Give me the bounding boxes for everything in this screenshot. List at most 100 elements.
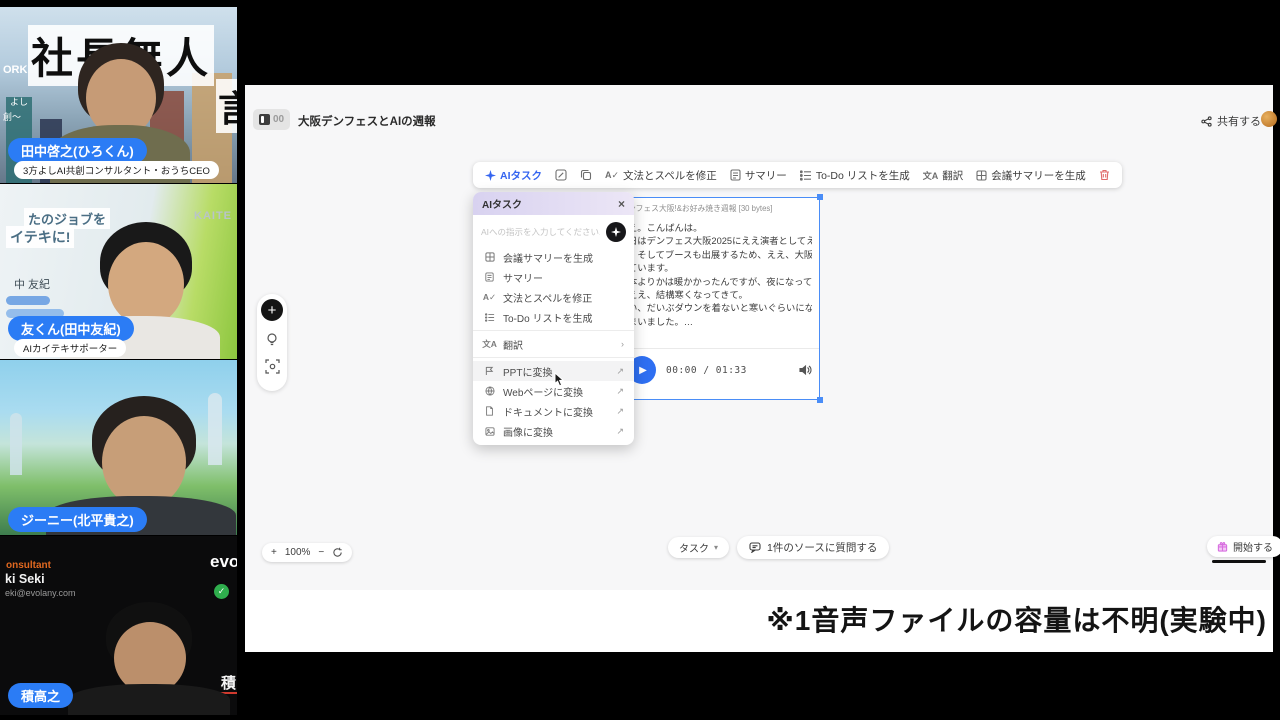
- audio-player: ▶ 00:00 / 01:33: [628, 356, 812, 384]
- menu-item-summary[interactable]: サマリー: [473, 267, 634, 287]
- task-dropdown[interactable]: タスク ▾: [668, 537, 729, 558]
- zoom-control: + 100% −: [262, 543, 352, 562]
- menu-item-convert-image[interactable]: 画像に変換 ↗: [473, 421, 634, 441]
- external-link-icon: ↗: [616, 406, 624, 417]
- badge-count: 00: [273, 114, 284, 125]
- menu-item-translate[interactable]: 文A 翻訳 ›: [473, 334, 634, 354]
- document-icon: [483, 406, 496, 416]
- add-button[interactable]: +: [261, 299, 283, 321]
- external-link-icon: ↗: [616, 366, 624, 377]
- video-tile-1: 社長無人 言 ORK よし 創〜 田中啓之(ひろくん) 3方よしAI共創コンサル…: [0, 7, 237, 183]
- transcript-text: え。こんばんは。 日はデンフェス大阪2025にええ演者としてええ出 。そしてブー…: [621, 214, 819, 329]
- ai-spark-icon: [611, 227, 621, 237]
- caption-text: ※1音声ファイルの容量は不明(実験中): [767, 599, 1267, 639]
- ask-source-button[interactable]: 1件のソースに質問する: [737, 536, 889, 559]
- image-icon: [483, 427, 496, 436]
- sidebar-toggle-button[interactable]: 00: [253, 109, 290, 130]
- todo-list-icon: [483, 313, 496, 322]
- zoom-in-minus-button[interactable]: −: [318, 547, 324, 558]
- translate-button[interactable]: 文A 翻訳: [923, 168, 964, 183]
- user-avatar[interactable]: [1261, 111, 1277, 127]
- menu-item-todo[interactable]: To-Do リストを生成: [473, 307, 634, 327]
- playback-time: 00:00 / 01:33: [666, 365, 747, 376]
- audio-note-card[interactable]: ンフェス大阪!&お好み焼き週報 [30 bytes] え。こんばんは。 日はデン…: [620, 197, 820, 400]
- overlay-text: 積: [221, 672, 236, 693]
- fix-grammar-button[interactable]: A✓ 文法とスペルを修正: [605, 168, 717, 183]
- translate-icon: 文A: [483, 338, 496, 350]
- panel-title: AIタスク: [482, 196, 522, 211]
- zoom-value: 100%: [285, 547, 311, 558]
- overlay-text: 創〜: [3, 110, 21, 123]
- kaiteki-logo: KAITE: [194, 210, 232, 222]
- ai-instruction-input[interactable]: AIへの指示を入力してください...: [481, 222, 626, 242]
- menu-item-convert-doc[interactable]: ドキュメントに変換 ↗: [473, 401, 634, 421]
- summary-button[interactable]: サマリー: [730, 168, 787, 183]
- close-icon[interactable]: ×: [618, 197, 625, 211]
- ai-task-panel: AIタスク × AIへの指示を入力してください... 会議サマリーを生成 サマリ…: [473, 192, 634, 445]
- share-icon: [1201, 116, 1212, 127]
- panel-header: AIタスク ×: [473, 192, 634, 215]
- overlay-text: ki Seki: [5, 572, 45, 586]
- chat-bubble-icon: [749, 542, 761, 553]
- share-button[interactable]: 共有する: [1201, 113, 1261, 129]
- reset-zoom-icon[interactable]: [332, 547, 343, 558]
- zoom-out-plus-button[interactable]: +: [271, 547, 277, 558]
- meeting-summary-button[interactable]: 会議サマリーを生成: [976, 168, 1086, 183]
- overlay-text: ORK: [3, 64, 27, 76]
- ai-spark-icon: [485, 170, 496, 181]
- start-button[interactable]: 開始する: [1207, 536, 1280, 557]
- meeting-stage: 社長無人 言 ORK よし 創〜 田中啓之(ひろくん) 3方よしAI共創コンサル…: [0, 0, 1280, 720]
- divider: [473, 357, 634, 358]
- evo-logo: evo: [210, 552, 237, 572]
- meeting-summary-icon: [976, 170, 987, 181]
- tower-shape: [10, 413, 22, 475]
- ai-task-button[interactable]: AIタスク: [485, 168, 542, 183]
- share-label: 共有する: [1217, 113, 1261, 129]
- page-title: 大阪デンフェスとAIの週報: [298, 113, 436, 129]
- participant-subtitle-badge: AIカイテキサポーター: [14, 339, 126, 357]
- spellcheck-icon: A✓: [605, 170, 619, 181]
- summary-doc-icon: [730, 169, 741, 181]
- external-link-icon: ↗: [616, 426, 624, 437]
- selection-handle[interactable]: [817, 194, 823, 200]
- participant-name-badge: ジーニー(北平貴之): [8, 507, 147, 532]
- external-link-icon: ↗: [616, 386, 624, 397]
- shared-screen-app: 00 大阪デンフェスとAIの週報 共有する + AIタスク A✓ 文法とスペルを…: [245, 85, 1273, 652]
- send-button[interactable]: [606, 222, 626, 242]
- focus-frame-icon[interactable]: [265, 359, 280, 374]
- participant-name-badge: 友くん(田中友紀): [8, 316, 134, 341]
- ppt-flag-icon: [483, 366, 496, 376]
- sidebar-layout-icon: [259, 114, 270, 125]
- input-placeholder: AIへの指示を入力してください...: [481, 226, 600, 238]
- canvas-tools: +: [257, 294, 287, 391]
- selection-handle[interactable]: [817, 397, 823, 403]
- chevron-right-icon: ›: [621, 339, 624, 349]
- decorative-pill: [6, 296, 50, 305]
- trash-icon[interactable]: [1099, 169, 1110, 181]
- tower-shape: [208, 393, 222, 465]
- overlay-text: よし: [10, 95, 28, 108]
- cursor-icon: [551, 372, 565, 388]
- spellcheck-icon: A✓: [483, 292, 496, 303]
- video-tile-4: onsultant ki Seki eki@evolany.com evo ✓ …: [0, 536, 237, 715]
- translate-icon: 文A: [923, 169, 939, 182]
- copy-icon[interactable]: [580, 169, 592, 181]
- speaker-icon[interactable]: [799, 364, 812, 376]
- lightbulb-icon[interactable]: [265, 332, 279, 348]
- summary-doc-icon: [483, 272, 496, 282]
- start-progress-bar: [1212, 560, 1266, 563]
- meeting-summary-icon: [483, 252, 496, 262]
- menu-item-grammar[interactable]: A✓ 文法とスペルを修正: [473, 287, 634, 307]
- web-globe-icon: [483, 386, 496, 396]
- chevron-down-icon: ▾: [714, 543, 718, 552]
- participant-subtitle-badge: 3方よしAI共創コンサルタント・おうちCEO: [14, 161, 219, 179]
- edit-pencil-icon[interactable]: [555, 169, 567, 181]
- menu-item-meeting-summary[interactable]: 会議サマリーを生成: [473, 247, 634, 267]
- selection-toolbar: AIタスク A✓ 文法とスペルを修正 サマリー To-Do リストを生成 文A …: [473, 162, 1122, 188]
- overlay-text: イテキに!: [6, 226, 74, 248]
- card-title: ンフェス大阪!&お好み焼き週報 [30 bytes]: [621, 198, 819, 214]
- todo-list-button[interactable]: To-Do リストを生成: [800, 168, 910, 183]
- divider: [473, 330, 634, 331]
- overlay-text: onsultant: [6, 560, 51, 571]
- participant-name-badge: 積高之: [8, 683, 73, 708]
